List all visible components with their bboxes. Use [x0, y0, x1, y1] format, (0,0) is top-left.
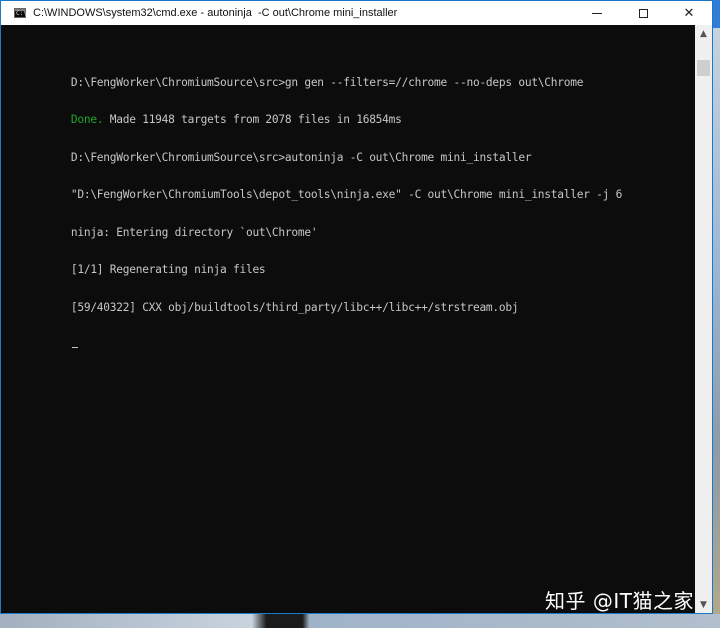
- console-output[interactable]: D:\FengWorker\ChromiumSource\src>gn gen …: [1, 25, 695, 613]
- scroll-thumb[interactable]: [697, 60, 710, 76]
- console-line: [6, 327, 622, 348]
- close-icon: ✕: [683, 5, 695, 21]
- console-line-text: Made 11948 targets from 2078 files in 16…: [103, 113, 402, 126]
- console-line: Done. Made 11948 targets from 2078 files…: [6, 102, 622, 126]
- maximize-icon: [638, 8, 648, 18]
- taskbar-edge: [0, 614, 720, 628]
- title-bar[interactable]: C:\ C:\WINDOWS\system32\cmd.exe - autoni…: [1, 1, 712, 25]
- desktop-background: C:\ C:\WINDOWS\system32\cmd.exe - autoni…: [0, 0, 720, 628]
- window-controls: ✕: [574, 1, 712, 25]
- console-line-text: D:\FengWorker\ChromiumSource\src>autonin…: [70, 150, 532, 164]
- console-line: ninja: Entering directory `out\Chrome': [6, 214, 622, 239]
- console-line-text: [59/40322] CXX obj/buildtools/third_part…: [70, 300, 519, 314]
- console-line-text: "D:\FengWorker\ChromiumTools\depot_tools…: [70, 188, 623, 201]
- minimize-icon: [592, 12, 602, 14]
- console-line: [1/1] Regenerating ninja files: [6, 252, 622, 276]
- window-title: C:\WINDOWS\system32\cmd.exe - autoninja …: [33, 7, 398, 19]
- console-line: D:\FengWorker\ChromiumSource\src>gn gen …: [6, 64, 622, 89]
- close-button[interactable]: ✕: [666, 1, 712, 25]
- maximize-button[interactable]: [620, 1, 666, 25]
- console-app-icon-text: C:\: [16, 10, 27, 17]
- console-line: [59/40322] CXX obj/buildtools/third_part…: [6, 289, 622, 314]
- chevron-up-icon: ▲: [700, 28, 707, 39]
- scroll-down-button[interactable]: ▼: [695, 596, 712, 613]
- scroll-up-button[interactable]: ▲: [695, 25, 712, 42]
- console-line-text: ninja: Entering directory `out\Chrome': [70, 225, 318, 239]
- watermark-text: 知乎 @IT猫之家: [545, 589, 694, 613]
- console-line-text: [1/1] Regenerating ninja files: [70, 263, 266, 276]
- chevron-down-icon: ▼: [700, 599, 707, 610]
- cmd-window[interactable]: C:\ C:\WINDOWS\system32\cmd.exe - autoni…: [0, 0, 713, 614]
- console-line-text: D:\FengWorker\ChromiumSource\src>gn gen …: [70, 75, 584, 89]
- console-text-area: D:\FengWorker\ChromiumSource\src>gn gen …: [6, 39, 622, 364]
- console-done-prefix: Done.: [70, 113, 104, 126]
- console-line: "D:\FengWorker\ChromiumTools\depot_tools…: [6, 177, 623, 201]
- vertical-scrollbar[interactable]: ▲ ▼: [695, 25, 712, 613]
- minimize-button[interactable]: [574, 1, 620, 25]
- console-line: D:\FengWorker\ChromiumSource\src>autonin…: [6, 139, 622, 164]
- console-app-icon[interactable]: C:\: [14, 8, 27, 18]
- text-cursor: [71, 346, 78, 348]
